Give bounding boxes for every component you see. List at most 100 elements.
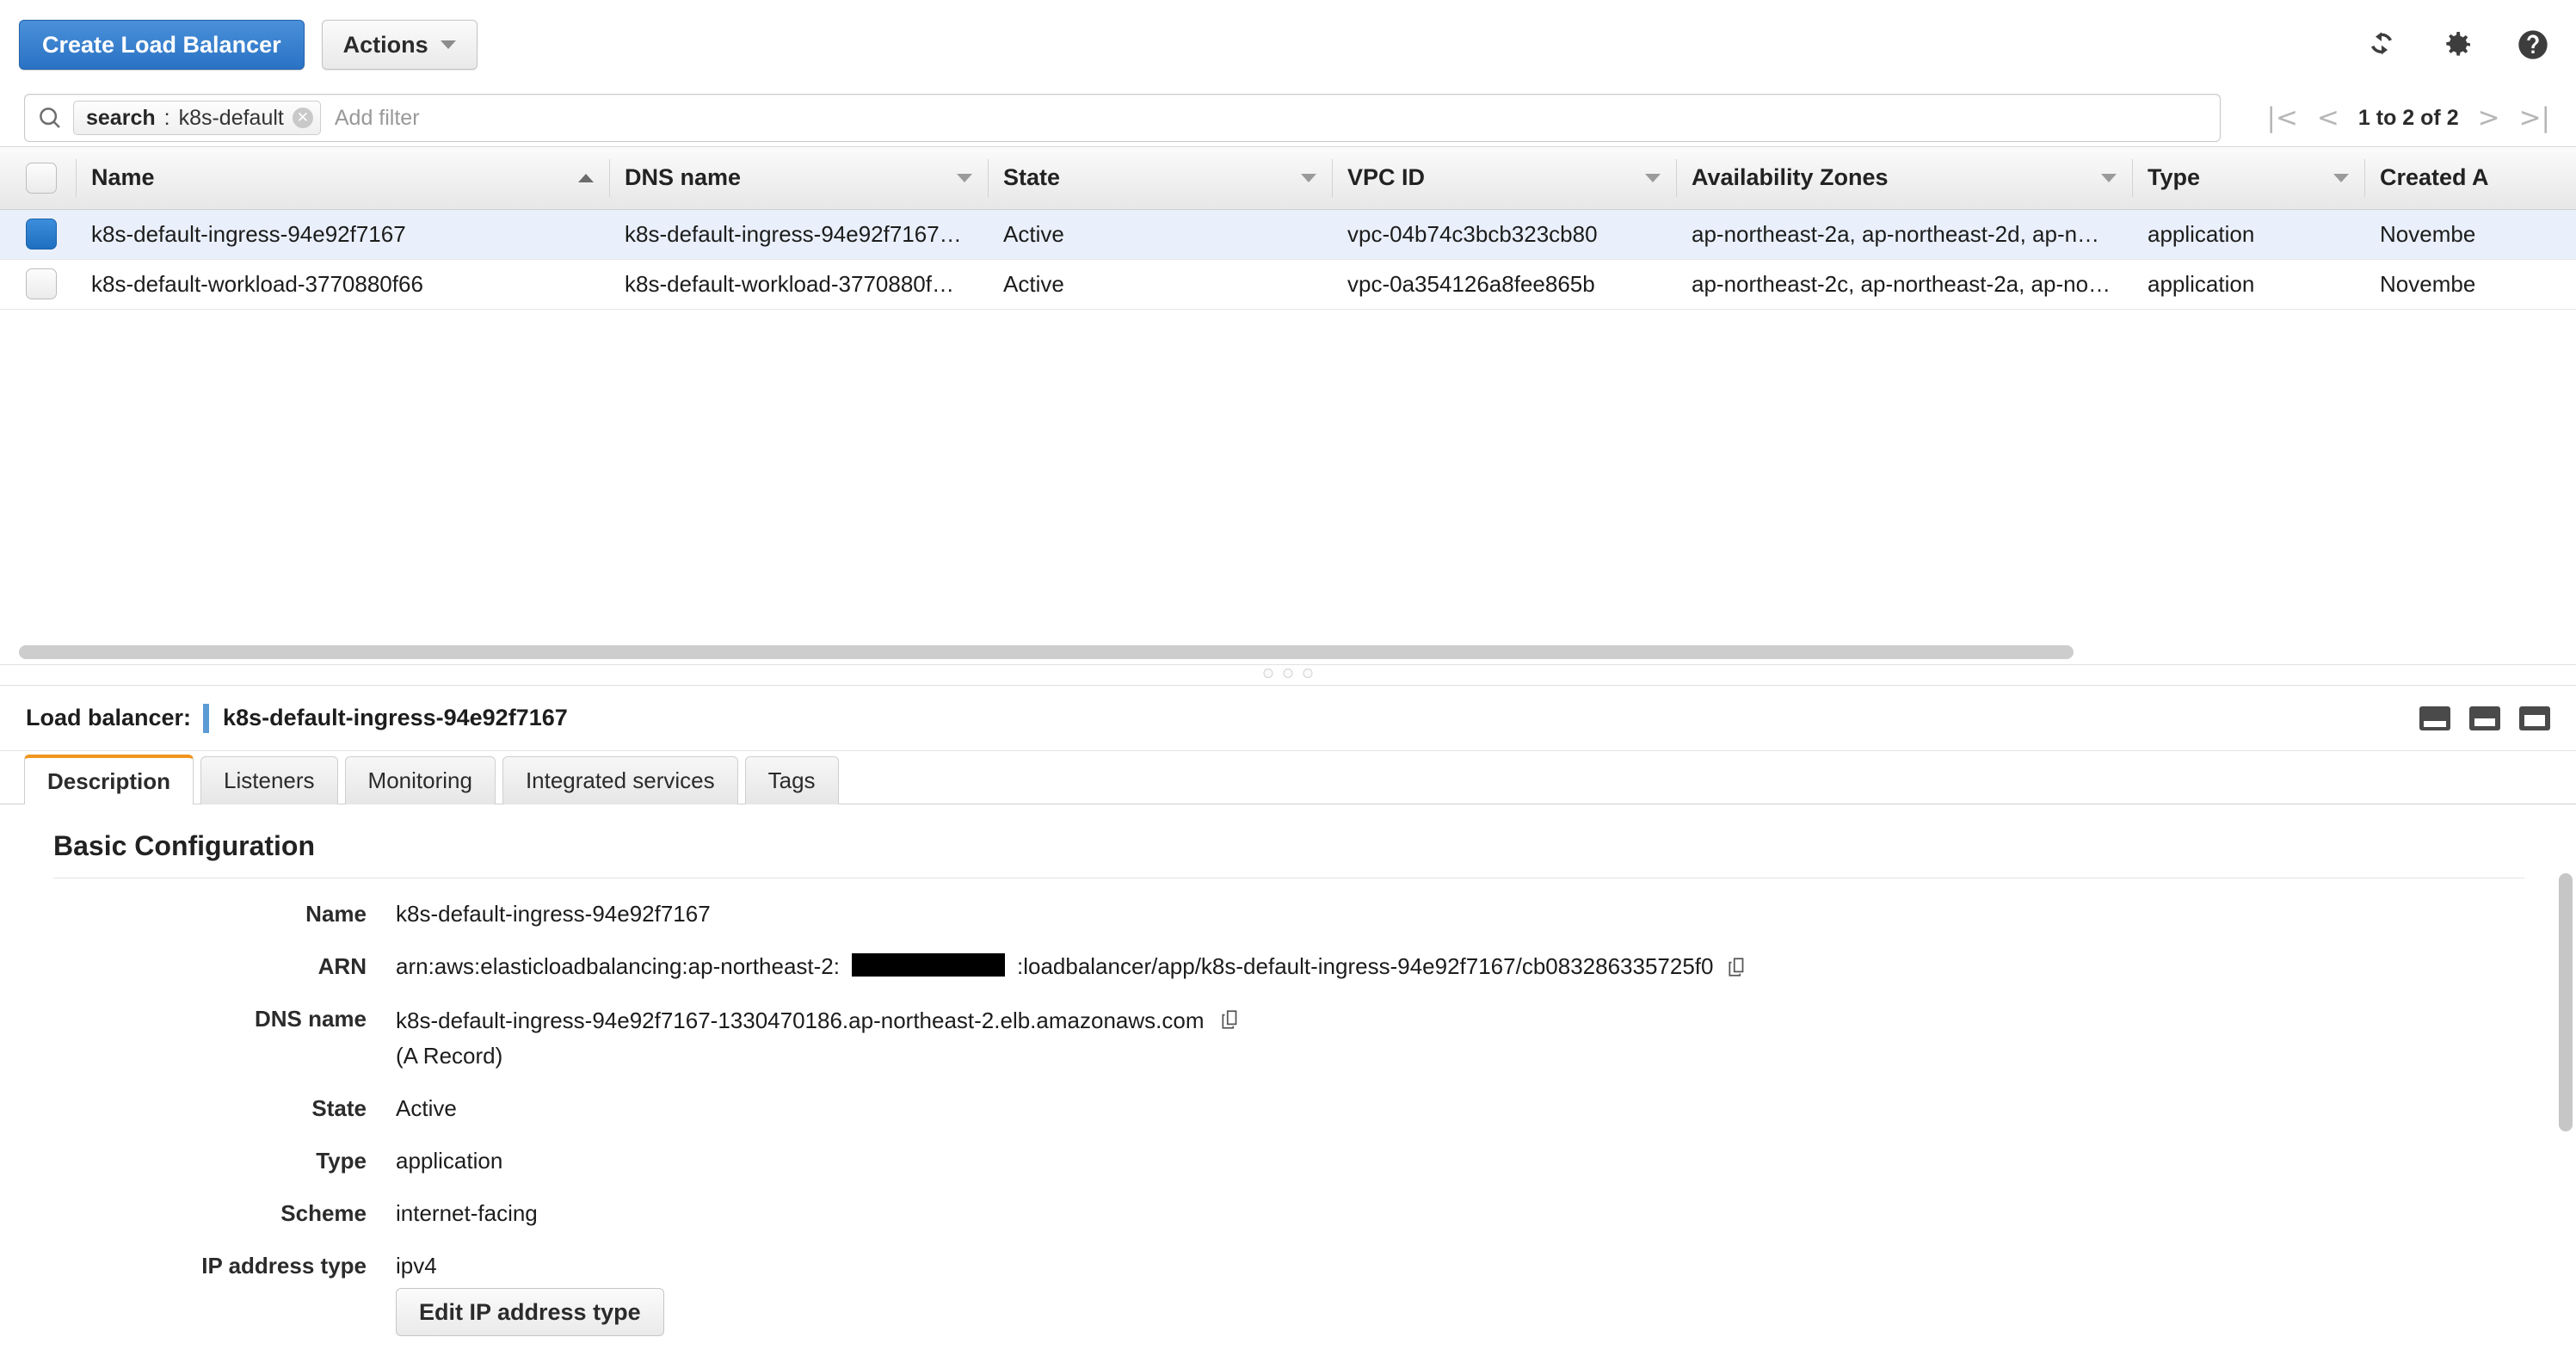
detail-tabs: Description Listeners Monitoring Integra… — [0, 751, 2576, 804]
cell-dns-name: k8s-default-workload-3770880f… — [609, 259, 988, 310]
detail-header-name: k8s-default-ingress-94e92f7167 — [223, 705, 568, 730]
layout-bottom-medium-icon[interactable] — [2469, 706, 2500, 730]
sort-descending-icon — [1645, 173, 1661, 182]
field-value: application — [396, 1148, 503, 1174]
column-header-state[interactable]: State — [988, 147, 1332, 210]
sort-descending-icon — [2333, 173, 2349, 182]
layout-bottom-small-icon[interactable] — [2419, 706, 2450, 730]
field-label: Type — [316, 1148, 367, 1174]
scrollbar-thumb[interactable] — [2559, 873, 2573, 1131]
cell-dns-name: k8s-default-ingress-94e92f7167… — [609, 209, 988, 260]
drag-dot — [1283, 669, 1293, 678]
first-page-button[interactable]: |< — [2267, 104, 2298, 132]
select-all-checkbox[interactable] — [26, 162, 57, 194]
column-header-name[interactable]: Name — [76, 147, 609, 210]
field-value: k8s-default-ingress-94e92f7167 — [396, 901, 711, 927]
table-header-row: Name DNS name State VPC ID Availability … — [0, 147, 2576, 210]
load-balancer-table-container: Name DNS name State VPC ID Availability … — [0, 146, 2576, 660]
column-header-vpc-id[interactable]: VPC ID — [1332, 147, 1676, 210]
filter-token-separator: : — [163, 105, 170, 130]
column-label: Availability Zones — [1692, 164, 1889, 191]
copy-icon[interactable] — [1219, 1008, 1242, 1032]
filter-token-remove-icon[interactable]: ✕ — [292, 108, 313, 128]
tab-label: Description — [47, 767, 171, 794]
column-header-availability-zones[interactable]: Availability Zones — [1676, 147, 2132, 210]
description-tab-content: Basic Configuration Name k8s-default-ing… — [0, 804, 2576, 1338]
field-type: Type application — [0, 1148, 2576, 1174]
cell-availability-zones: ap-northeast-2c, ap-northeast-2a, ap-no… — [1676, 259, 2132, 310]
field-scheme: Scheme internet-facing — [0, 1200, 2576, 1227]
field-label: State — [311, 1095, 367, 1121]
detail-panel-header: Load balancer: k8s-default-ingress-94e92… — [0, 686, 2576, 751]
column-label: Name — [91, 164, 155, 191]
toolbar-icon-group — [2364, 28, 2550, 62]
column-label: VPC ID — [1347, 164, 1426, 191]
tab-label: Tags — [767, 767, 816, 793]
drag-dot — [1263, 669, 1273, 678]
row-select-cell — [0, 259, 76, 310]
layout-bottom-large-icon[interactable] — [2519, 706, 2550, 730]
redacted-account-id — [851, 953, 1005, 977]
row-checkbox[interactable] — [26, 268, 57, 299]
pagination-controls: |< < 1 to 2 of 2 > >| — [2267, 104, 2551, 132]
header-accent-bar — [203, 703, 210, 733]
cell-availability-zones: ap-northeast-2a, ap-northeast-2d, ap-n… — [1676, 209, 2132, 260]
tab-label: Listeners — [224, 767, 315, 793]
refresh-icon[interactable] — [2364, 28, 2399, 62]
cell-type: application — [2132, 209, 2364, 260]
row-select-cell — [0, 209, 76, 260]
chevron-down-icon — [440, 40, 456, 49]
search-box[interactable]: search : k8s-default ✕ — [24, 94, 2221, 142]
field-value: k8s-default-ingress-94e92f7167-133047018… — [396, 1008, 1205, 1033]
dns-record-type: (A Record) — [396, 1043, 503, 1069]
arn-suffix: :loadbalancer/app/k8s-default-ingress-94… — [1016, 953, 1714, 979]
next-page-button[interactable]: > — [2478, 104, 2500, 132]
actions-label: Actions — [342, 31, 428, 58]
filter-token-search[interactable]: search : k8s-default ✕ — [73, 101, 321, 135]
gear-icon[interactable] — [2440, 28, 2474, 62]
field-value: Active — [396, 1095, 457, 1121]
column-header-dns-name[interactable]: DNS name — [609, 147, 988, 210]
field-label: IP address type — [201, 1253, 367, 1279]
cell-state: Active — [988, 209, 1332, 260]
detail-panel: Load balancer: k8s-default-ingress-94e92… — [0, 685, 2576, 1368]
actions-dropdown-button[interactable]: Actions — [321, 20, 478, 70]
sort-descending-icon — [957, 173, 972, 182]
section-title: Basic Configuration — [53, 830, 316, 861]
select-all-header — [0, 147, 76, 210]
detail-header-label: Load balancer: — [26, 705, 192, 730]
tab-integrated-services[interactable]: Integrated services — [502, 756, 738, 804]
tab-monitoring[interactable]: Monitoring — [344, 756, 496, 804]
field-arn: ARN arn:aws:elasticloadbalancing:ap-nort… — [0, 953, 2576, 980]
pagination-range: 1 to 2 of 2 — [2357, 105, 2459, 130]
load-balancer-table: Name DNS name State VPC ID Availability … — [0, 147, 2576, 310]
tab-description[interactable]: Description — [24, 755, 194, 804]
scrollbar-thumb[interactable] — [19, 645, 2074, 659]
table-row[interactable]: k8s-default-ingress-94e92f7167 k8s-defau… — [0, 209, 2576, 260]
column-header-type[interactable]: Type — [2132, 147, 2364, 210]
search-icon — [40, 108, 60, 128]
field-state: State Active — [0, 1095, 2576, 1122]
previous-page-button[interactable]: < — [2317, 104, 2339, 132]
cell-name: k8s-default-ingress-94e92f7167 — [76, 209, 609, 260]
table-row[interactable]: k8s-default-workload-3770880f66 k8s-defa… — [0, 259, 2576, 310]
help-icon[interactable] — [2516, 28, 2550, 62]
detail-vertical-scrollbar[interactable] — [2559, 873, 2573, 1338]
add-filter-input[interactable] — [334, 105, 2208, 131]
panel-drag-handle[interactable] — [1263, 669, 1313, 678]
field-label: Scheme — [280, 1200, 367, 1226]
last-page-button[interactable]: >| — [2519, 104, 2550, 132]
table-horizontal-scrollbar[interactable] — [19, 645, 2562, 659]
cell-created-at: Novembe — [2364, 259, 2576, 310]
edit-ip-address-type-button[interactable]: Edit IP address type — [396, 1288, 664, 1336]
column-header-created-at[interactable]: Created A — [2364, 147, 2576, 210]
tab-listeners[interactable]: Listeners — [200, 756, 338, 804]
tab-tags[interactable]: Tags — [744, 756, 839, 804]
row-checkbox[interactable] — [26, 219, 57, 250]
filter-bar: search : k8s-default ✕ |< < 1 to 2 of 2 … — [0, 89, 2576, 146]
cell-vpc-id: vpc-0a354126a8fee865b — [1332, 259, 1676, 310]
create-load-balancer-button[interactable]: Create Load Balancer — [19, 20, 305, 70]
cell-name: k8s-default-workload-3770880f66 — [76, 259, 609, 310]
copy-icon[interactable] — [1726, 955, 1748, 979]
panel-resize-bar[interactable] — [0, 664, 2576, 685]
